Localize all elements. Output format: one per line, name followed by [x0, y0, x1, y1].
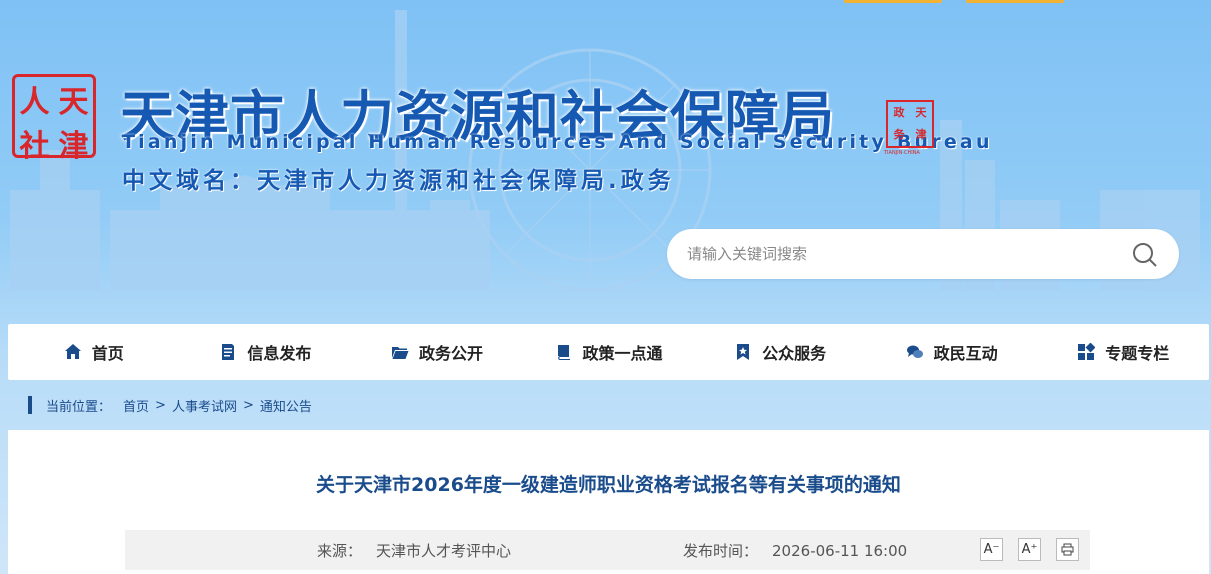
source-value: 天津市人才考评中心 — [376, 541, 512, 560]
nav-item-label: 政策一点通 — [582, 344, 663, 363]
search-bar — [667, 229, 1179, 279]
book-icon — [557, 345, 570, 360]
home-icon — [64, 344, 81, 359]
tianjin-gov-badge: 政 天 务 津 — [886, 100, 934, 148]
breadcrumb-separator: > — [155, 397, 166, 413]
document-icon — [222, 344, 235, 360]
grid-icon — [1078, 343, 1096, 360]
chat-icon — [906, 345, 923, 358]
badge-caption: TIANJIN·CHINA — [884, 150, 920, 156]
seal-char: 津 — [58, 129, 89, 164]
article-publish-time: 发布时间： 2026-06-11 16:00 — [683, 540, 907, 561]
nav-item-policy[interactable]: 政策一点通 — [523, 324, 695, 380]
nav-item-info-release[interactable]: 信息发布 — [180, 324, 352, 380]
badge-char: 政 — [893, 106, 905, 119]
font-smaller-button[interactable]: A⁻ — [980, 538, 1003, 561]
nav-item-label: 信息发布 — [247, 344, 312, 363]
badge-char: 津 — [915, 128, 927, 141]
article-source: 来源： 天津市人才考评中心 — [317, 540, 511, 561]
breadcrumb-separator: > — [242, 397, 254, 413]
nav-item-gov-affairs[interactable]: 政务公开 — [351, 324, 523, 380]
search-icon[interactable] — [1131, 241, 1159, 269]
badge-char: 天 — [915, 106, 927, 119]
nav-item-label: 公众服务 — [762, 344, 827, 363]
time-value: 2026-06-11 16:00 — [772, 541, 908, 560]
nav-item-public-service[interactable]: 公众服务 — [694, 324, 866, 380]
article-container: 关于天津市2026年度一级建造师职业资格考试报名等有关事项的通知 来源： 天津市人… — [8, 430, 1209, 574]
nav-item-label: 首页 — [91, 344, 124, 363]
article-meta-bar: 来源： 天津市人才考评中心 发布时间： 2026-06-11 16:00 A⁻ A⁺ — [125, 530, 1090, 570]
font-larger-button[interactable]: A⁺ — [1018, 538, 1041, 561]
bureau-seal-logo: 人 天 社 津 — [12, 74, 96, 164]
nav-item-label: 政务公开 — [418, 344, 483, 363]
nav-item-home[interactable]: 首页 — [8, 324, 180, 380]
search-input[interactable] — [687, 245, 1107, 263]
seal-char: 天 — [58, 85, 89, 120]
time-label: 发布时间： — [683, 541, 759, 560]
top-accent-tab — [844, 0, 942, 3]
seal-char: 社 — [19, 129, 50, 164]
top-accent-tab — [966, 0, 1064, 3]
breadcrumb: 当前位置： 首页 > 人事考试网 > 通知公告 — [28, 395, 312, 415]
breadcrumb-notice-link[interactable]: 通知公告 — [260, 396, 312, 415]
breadcrumb-exam-link[interactable]: 人事考试网 — [172, 396, 237, 415]
source-label: 来源： — [317, 541, 363, 560]
seal-char: 人 — [19, 85, 50, 120]
top-accent-tabs — [844, 0, 1064, 3]
breadcrumb-home-link[interactable]: 首页 — [123, 396, 149, 415]
nav-item-label: 政民互动 — [933, 344, 998, 363]
print-icon — [1061, 543, 1074, 556]
star-bookmark-icon — [737, 344, 750, 360]
nav-item-interaction[interactable]: 政民互动 — [866, 324, 1038, 380]
nav-item-label: 专题专栏 — [1105, 344, 1170, 363]
badge-char: 务 — [893, 128, 905, 141]
folder-icon — [391, 347, 409, 359]
print-button[interactable] — [1056, 538, 1079, 561]
site-subtitle: Tianjin Municipal Human Resources And So… — [122, 131, 993, 153]
breadcrumb-prefix: 当前位置： — [46, 399, 112, 415]
breadcrumb-marker — [28, 396, 32, 414]
domain-name: 中文域名：天津市人力资源和社会保障局.政务 — [122, 168, 675, 194]
nav-item-special-topics[interactable]: 专题专栏 — [1037, 324, 1209, 380]
article-title: 关于天津市2026年度一级建造师职业资格考试报名等有关事项的通知 — [316, 474, 901, 496]
main-nav: 首页 信息发布 政务公开 政策一点通 公众服务 政民互动 专题专栏 — [8, 324, 1209, 380]
